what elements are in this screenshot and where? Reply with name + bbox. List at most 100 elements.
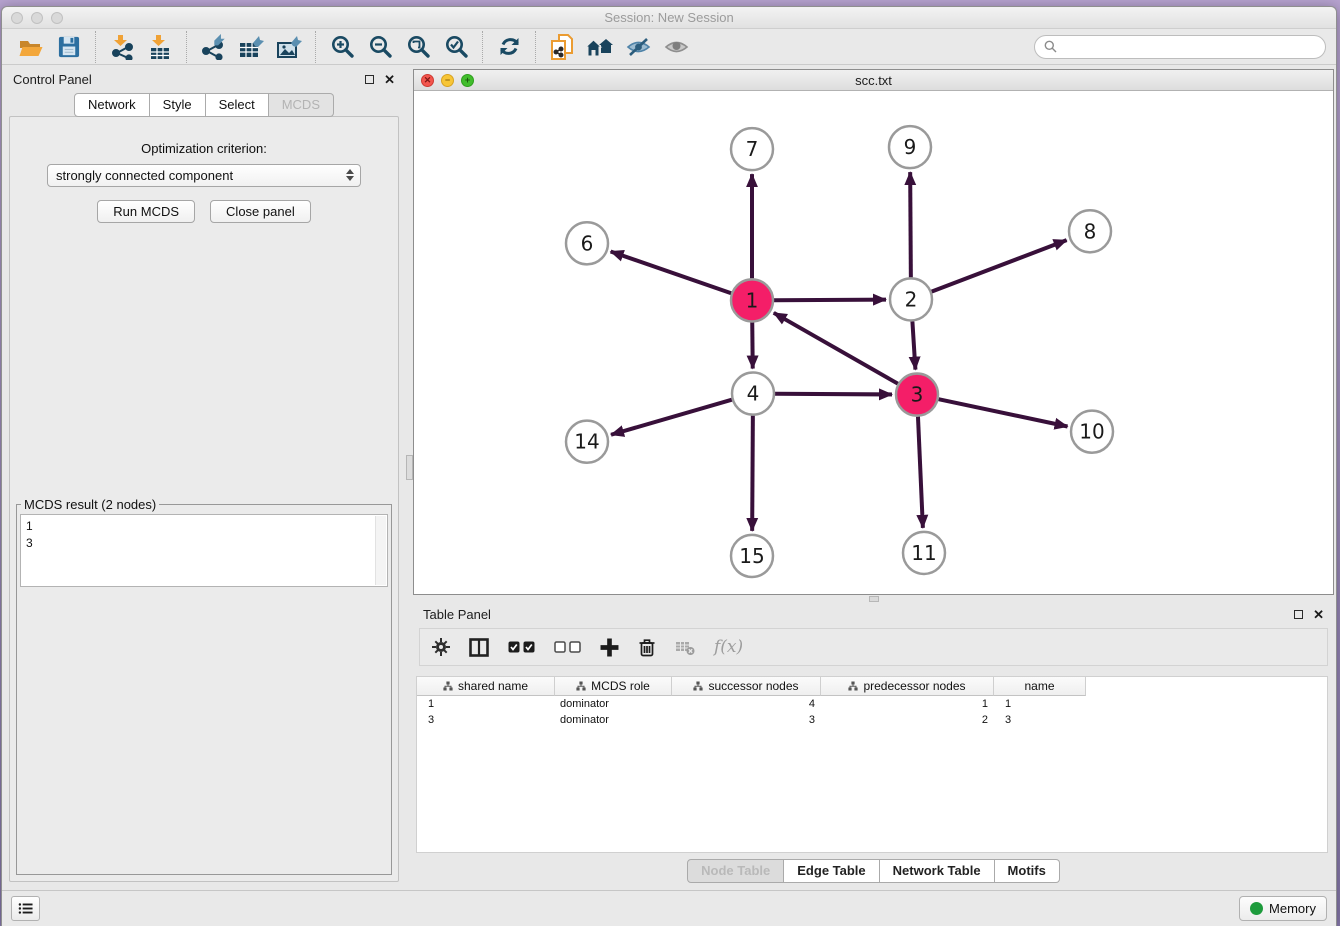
select-all-rows-button[interactable] (508, 641, 535, 653)
table-cell[interactable]: 3 (994, 714, 1086, 726)
graph-node-4[interactable]: 4 (732, 373, 774, 415)
result-scrollbar[interactable] (375, 516, 386, 585)
network-graph[interactable]: 7 9 6 8 1 2 4 3 14 10 15 11 (414, 91, 1333, 594)
zoom-out-button[interactable] (361, 31, 399, 63)
function-builder-button[interactable]: f(x) (714, 637, 743, 657)
table-settings-button[interactable] (432, 638, 450, 656)
graph-node-2[interactable]: 2 (890, 278, 932, 320)
home-layout-button[interactable] (581, 31, 619, 63)
graph-edge-1-2[interactable] (774, 300, 886, 301)
tab-mcds[interactable]: MCDS (269, 93, 334, 117)
table-cell[interactable]: 1 (994, 698, 1086, 710)
float-table-panel-icon[interactable] (1294, 610, 1303, 619)
table-cell[interactable]: 4 (672, 698, 821, 710)
open-session-button[interactable] (12, 31, 50, 63)
table-cell[interactable]: 1 (821, 698, 994, 710)
optimization-criterion-select[interactable]: strongly connected component (47, 164, 361, 187)
tab-select[interactable]: Select (206, 93, 269, 117)
minimize-window-button[interactable] (31, 12, 43, 24)
network-minimize-button[interactable]: − (441, 74, 454, 87)
export-image-button[interactable] (270, 31, 308, 63)
column-header-icon (693, 681, 703, 691)
graph-node-10[interactable]: 10 (1071, 411, 1113, 453)
graph-node-11[interactable]: 11 (903, 532, 945, 574)
graph-node-3[interactable]: 3 (896, 374, 938, 416)
graph-edge-4-3[interactable] (775, 394, 892, 395)
graph-node-1[interactable]: 1 (731, 279, 773, 321)
mcds-result-text: 1 3 (20, 514, 388, 587)
node-table[interactable]: shared nameMCDS rolesuccessor nodesprede… (416, 676, 1328, 853)
deselect-all-rows-button[interactable] (554, 641, 581, 653)
column-header-successor-nodes[interactable]: successor nodes (672, 677, 821, 696)
save-session-button[interactable] (50, 31, 88, 63)
table-cell[interactable]: 2 (821, 714, 994, 726)
graph-edge-3-10[interactable] (939, 399, 1068, 426)
close-panel-icon[interactable]: ✕ (384, 73, 395, 86)
import-network-icon (109, 34, 135, 60)
delete-column-button[interactable] (638, 638, 656, 657)
column-header-shared-name[interactable]: shared name (417, 677, 555, 696)
network-zoom-button[interactable]: + (461, 74, 474, 87)
graph-node-6[interactable]: 6 (566, 222, 608, 264)
graph-node-7[interactable]: 7 (731, 128, 773, 170)
table-cell[interactable]: 3 (672, 714, 821, 726)
delete-table-button[interactable] (675, 639, 695, 656)
refresh-view-button[interactable] (490, 31, 528, 63)
memory-button[interactable]: Memory (1239, 896, 1327, 921)
graph-node-15[interactable]: 15 (731, 535, 773, 577)
show-graphics-details-button[interactable] (657, 31, 695, 63)
export-table-button[interactable] (232, 31, 270, 63)
search-input[interactable] (1062, 39, 1316, 55)
import-table-button[interactable] (141, 31, 179, 63)
column-header-icon (848, 681, 858, 691)
network-close-button[interactable]: ✕ (421, 74, 434, 87)
close-table-panel-icon[interactable]: ✕ (1313, 608, 1324, 621)
float-panel-icon[interactable] (365, 75, 374, 84)
graph-edge-1-6[interactable] (611, 251, 732, 293)
graph-edge-2-8[interactable] (932, 240, 1067, 291)
network-canvas[interactable]: 7 9 6 8 1 2 4 3 14 10 15 11 (414, 91, 1333, 594)
tab-style[interactable]: Style (150, 93, 206, 117)
table-cell[interactable]: 3 (417, 714, 555, 726)
column-header-name[interactable]: name (994, 677, 1086, 696)
tab-node-table[interactable]: Node Table (687, 859, 784, 883)
tab-network[interactable]: Network (74, 93, 150, 117)
zoom-in-button[interactable] (323, 31, 361, 63)
zoom-window-button[interactable] (51, 12, 63, 24)
show-columns-button[interactable] (469, 638, 489, 657)
tab-network-table[interactable]: Network Table (880, 859, 995, 883)
graph-node-8[interactable]: 8 (1069, 210, 1111, 252)
hide-graphics-details-button[interactable] (619, 31, 657, 63)
graph-node-9[interactable]: 9 (889, 126, 931, 168)
graph-edge-2-3[interactable] (912, 321, 915, 369)
table-row[interactable]: 1dominator411 (417, 696, 1327, 712)
table-cell[interactable]: dominator (555, 698, 672, 710)
run-mcds-button[interactable]: Run MCDS (97, 200, 195, 223)
table-cell[interactable]: dominator (555, 714, 672, 726)
graph-node-14[interactable]: 14 (566, 421, 608, 463)
delete-table-icon (675, 639, 695, 656)
graph-edge-3-11[interactable] (918, 417, 923, 528)
graph-edge-3-1[interactable] (774, 313, 898, 384)
divider-grip[interactable] (406, 455, 413, 480)
graph-edge-4-15[interactable] (752, 416, 753, 531)
table-row[interactable]: 3dominator323 (417, 712, 1327, 728)
zoom-selected-button[interactable] (437, 31, 475, 63)
close-window-button[interactable] (11, 12, 23, 24)
tab-motifs[interactable]: Motifs (995, 859, 1060, 883)
column-header-MCDS-role[interactable]: MCDS role (555, 677, 672, 696)
column-header-predecessor-nodes[interactable]: predecessor nodes (821, 677, 994, 696)
import-network-button[interactable] (103, 31, 141, 63)
add-column-button[interactable] (600, 638, 619, 657)
graph-edge-4-14[interactable] (611, 400, 732, 435)
zoom-fit-button[interactable] (399, 31, 437, 63)
table-cell[interactable]: 1 (417, 698, 555, 710)
table-toolbar: f(x) (419, 628, 1328, 666)
close-panel-button[interactable]: Close panel (210, 200, 311, 223)
export-network-button[interactable] (194, 31, 232, 63)
tab-edge-table[interactable]: Edge Table (784, 859, 879, 883)
search-box[interactable] (1034, 35, 1326, 59)
graph-edge-2-9[interactable] (910, 172, 911, 277)
clone-network-button[interactable] (543, 31, 581, 63)
task-history-button[interactable] (11, 896, 40, 921)
